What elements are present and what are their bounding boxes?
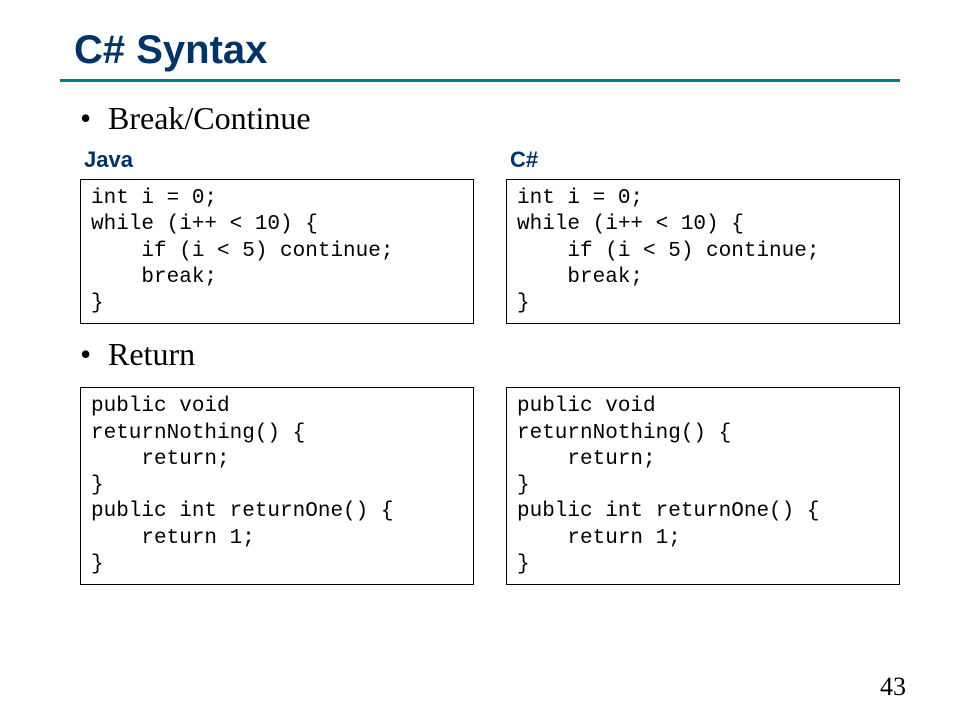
page-number: 43 xyxy=(880,672,906,702)
code-break-csharp: int i = 0; while (i++ < 10) { if (i < 5)… xyxy=(506,179,900,324)
slide-title: C# Syntax xyxy=(74,28,900,73)
code-return-java: public void returnNothing() { return; } … xyxy=(80,387,474,585)
break-continue-columns: Java int i = 0; while (i++ < 10) { if (i… xyxy=(80,145,900,324)
title-divider xyxy=(60,79,900,82)
bullet-text: Break/Continue xyxy=(108,100,311,137)
bullet-dot-icon: • xyxy=(80,336,108,373)
return-columns: public void returnNothing() { return; } … xyxy=(80,387,900,585)
code-return-csharp: public void returnNothing() { return; } … xyxy=(506,387,900,585)
bullet-break-continue: • Break/Continue xyxy=(80,100,900,137)
slide: C# Syntax • Break/Continue Java int i = … xyxy=(0,0,960,720)
return-java-col: public void returnNothing() { return; } … xyxy=(80,387,474,585)
break-csharp-col: C# int i = 0; while (i++ < 10) { if (i <… xyxy=(506,145,900,324)
return-csharp-col: public void returnNothing() { return; } … xyxy=(506,387,900,585)
bullet-return: • Return xyxy=(80,336,900,373)
label-java: Java xyxy=(84,147,474,173)
break-java-col: Java int i = 0; while (i++ < 10) { if (i… xyxy=(80,145,474,324)
bullet-text: Return xyxy=(108,336,195,373)
bullet-dot-icon: • xyxy=(80,100,108,137)
label-csharp: C# xyxy=(510,147,900,173)
code-break-java: int i = 0; while (i++ < 10) { if (i < 5)… xyxy=(80,179,474,324)
